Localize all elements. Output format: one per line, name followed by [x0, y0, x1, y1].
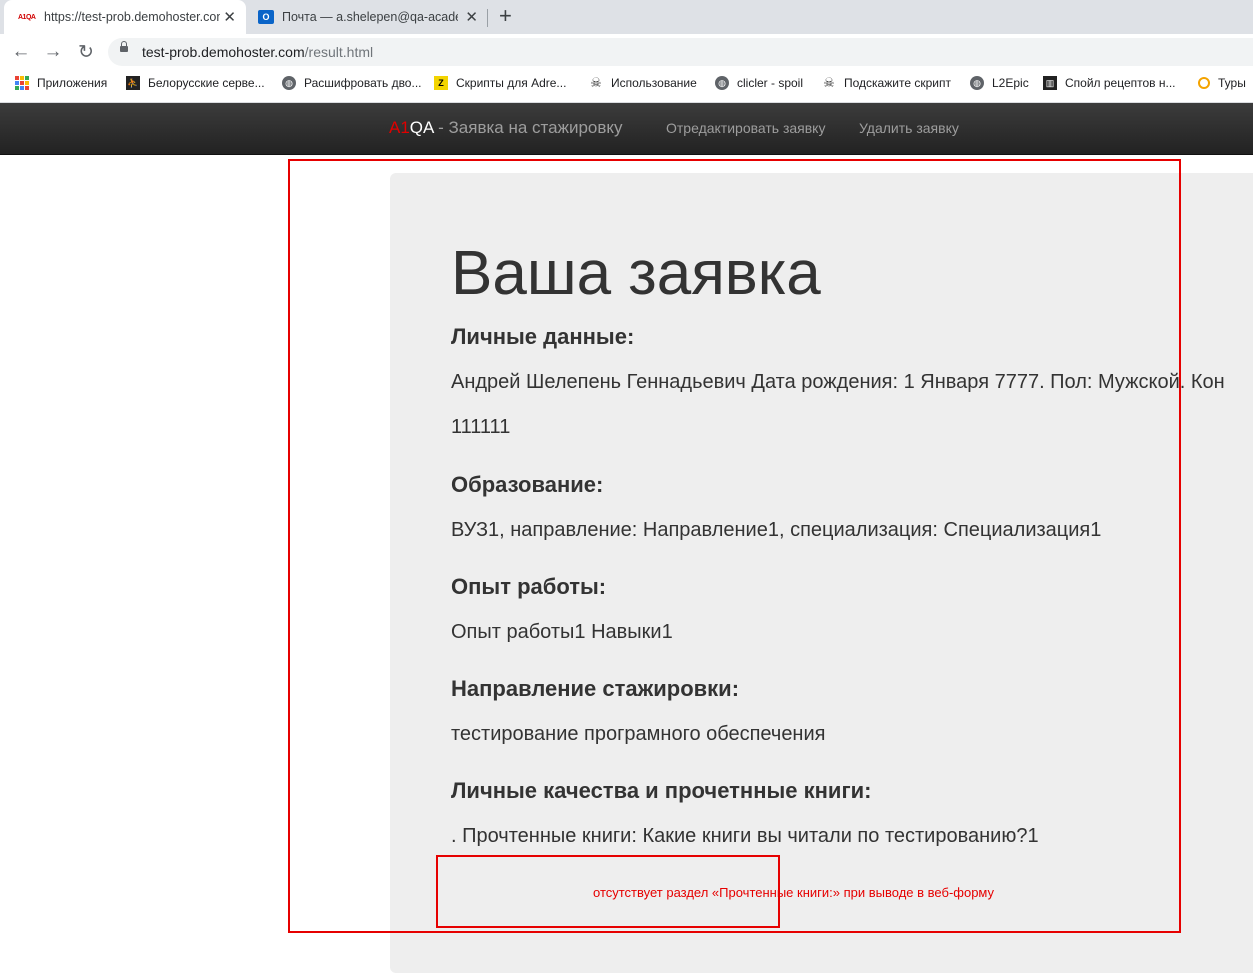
brand-title: - Заявка на стажировку	[433, 118, 623, 137]
browser-tabstrip: A1QA https://test-prob.demohoster.com ✕ …	[0, 0, 1253, 34]
url-path: /result.html	[304, 44, 374, 60]
edit-application-link[interactable]: Отредактировать заявку	[666, 120, 825, 136]
address-bar[interactable]: test-prob.demohoster.com/result.html	[108, 38, 1253, 66]
pirate-icon: ☠	[590, 75, 602, 90]
bookmark-label: Приложения	[37, 76, 108, 90]
globe-icon: ◍	[970, 76, 984, 90]
browser-toolbar: ← → ↻ test-prob.demohoster.com/result.ht…	[0, 34, 1253, 70]
bookmark-label: Белорусские серве...	[148, 76, 265, 90]
bookmark-label: Скрипты для Adre...	[456, 76, 567, 90]
globe-icon: ◍	[715, 76, 729, 90]
tab-result[interactable]: A1QA https://test-prob.demohoster.com ✕	[4, 0, 246, 34]
bookmark-item[interactable]: ⛹ Белорусские серве...	[126, 76, 265, 90]
bookmark-item[interactable]: Z Скрипты для Adre...	[434, 76, 566, 90]
bookmark-label: Использование	[611, 76, 697, 90]
annotation-note: отсутствует раздел «Прочтенные книги:» п…	[593, 885, 995, 900]
building-icon: ▥	[1043, 76, 1057, 90]
pirate-icon: ☠	[823, 75, 835, 90]
forward-arrow-icon[interactable]: →	[42, 41, 64, 63]
bookmarks-bar: Приложения ⛹ Белорусские серве... ◍ Расш…	[0, 70, 1253, 103]
annotation-frame	[288, 159, 1181, 933]
delete-application-link[interactable]: Удалить заявку	[859, 120, 959, 136]
tab-divider	[487, 9, 488, 27]
back-arrow-icon[interactable]: ←	[10, 41, 32, 63]
outlook-icon: O	[258, 10, 274, 24]
lock-icon	[120, 41, 128, 52]
close-icon[interactable]: ✕	[465, 8, 478, 26]
brand-link[interactable]: A1QA - Заявка на стажировку	[389, 118, 623, 138]
bolt-icon: Z	[434, 76, 448, 90]
bookmark-item[interactable]: ◍ clicler - spoil	[715, 76, 803, 90]
close-icon[interactable]: ✕	[223, 8, 236, 26]
url-host: test-prob.demohoster.com	[142, 44, 305, 60]
bookmark-item[interactable]: ◍ L2Epic	[970, 76, 1029, 90]
bookmark-item[interactable]: ◍ Расшифровать дво...	[282, 76, 421, 90]
bookmark-label: Туры	[1218, 76, 1246, 90]
ring-icon	[1198, 77, 1210, 89]
bookmark-label: Спойл рецептов н...	[1065, 76, 1176, 90]
bookmark-apps[interactable]: Приложения	[15, 76, 107, 90]
apps-grid-icon	[15, 76, 29, 90]
bookmark-item[interactable]: ☠ Использование	[589, 75, 697, 90]
a1qa-favicon-icon: A1QA	[18, 13, 36, 21]
tab-title: https://test-prob.demohoster.com	[44, 10, 220, 24]
tab-mail[interactable]: O Почта — a.shelepen@qa-academ ✕	[248, 0, 488, 34]
new-tab-button[interactable]: +	[499, 3, 512, 29]
bookmark-item[interactable]: ☠ Подскажите скрипт	[822, 75, 951, 90]
bookmark-label: clicler - spoil	[737, 76, 804, 90]
reload-icon[interactable]: ↻	[75, 41, 97, 63]
globe-icon: ◍	[282, 76, 296, 90]
bookmark-label: Подскажите скрипт	[844, 76, 951, 90]
site-navbar: A1QA - Заявка на стажировку Отредактиров…	[0, 103, 1253, 155]
bookmark-item[interactable]: ▥ Спойл рецептов н...	[1043, 76, 1176, 90]
brand-a1: A1	[389, 118, 410, 137]
tab-title: Почта — a.shelepen@qa-academ	[282, 10, 458, 24]
runner-icon: ⛹	[126, 76, 140, 90]
bookmark-label: Расшифровать дво...	[304, 76, 422, 90]
bookmark-label: L2Epic	[992, 76, 1029, 90]
brand-qa: QA	[409, 118, 434, 137]
bookmark-item[interactable]: Туры	[1198, 76, 1246, 90]
